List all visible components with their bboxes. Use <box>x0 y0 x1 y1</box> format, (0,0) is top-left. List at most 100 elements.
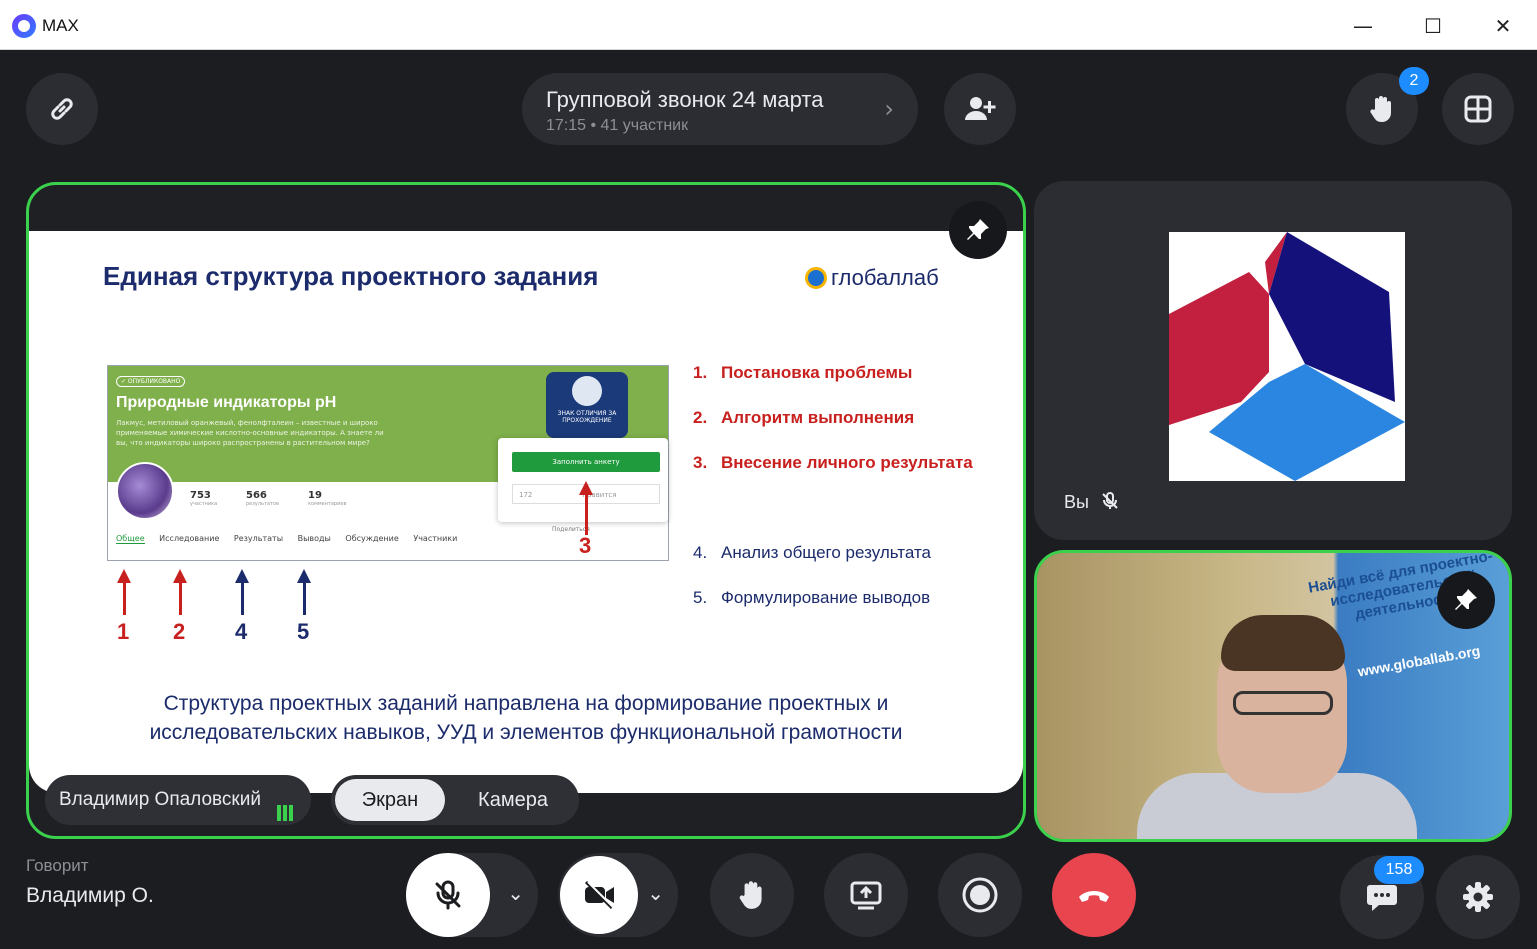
stat-label: комментариев <box>308 501 347 507</box>
stat-results: 566 результатов <box>246 490 279 507</box>
record-core <box>938 853 1022 937</box>
layout-grid-button[interactable] <box>1442 73 1514 145</box>
minimize-button[interactable]: — <box>1340 10 1386 42</box>
pin-icon <box>967 219 989 240</box>
list-item: 4. Анализ общего результата <box>693 543 931 563</box>
list-text: Постановка проблемы <box>721 363 913 382</box>
speaker-camera-tile[interactable]: Найди всё для проектно-исследовательской… <box>1034 550 1512 842</box>
link-icon <box>51 98 73 120</box>
presentation-slide: Единая структура проектного задания глоб… <box>29 231 1023 793</box>
tab-conclusions: Выводы <box>297 534 331 543</box>
raise-hand-button[interactable] <box>710 853 794 937</box>
self-name: Вы <box>1064 492 1089 512</box>
settings-button[interactable] <box>1436 855 1520 939</box>
list-item: 5. Формулирование выводов <box>693 588 930 608</box>
mode-camera-option[interactable]: Камера <box>451 779 575 821</box>
shared-screen-tile[interactable]: Единая структура проектного задания глоб… <box>26 182 1026 839</box>
mic-muted-icon <box>1102 492 1118 509</box>
list-text: Алгоритм выполнения <box>721 408 915 427</box>
add-user-icon <box>965 97 996 120</box>
close-button[interactable]: ✕ <box>1480 10 1526 42</box>
raise-hand-core <box>710 853 794 937</box>
pin-icon <box>1455 589 1477 610</box>
camera-control[interactable]: ⌄ <box>558 853 678 937</box>
end-call-core <box>1052 853 1136 937</box>
slide-summary-line: исследовательских навыков, УУД и элемент… <box>149 721 903 744</box>
pin-screen-button[interactable] <box>949 201 1007 259</box>
list-number: 2. <box>693 408 708 427</box>
stat-label: участника <box>190 501 218 507</box>
audio-level-icon <box>277 791 295 821</box>
share-screen-button[interactable] <box>824 853 908 937</box>
chevron-right-icon: › <box>884 95 894 123</box>
camera-options-caret[interactable]: ⌄ <box>647 881 664 905</box>
speaker-hair <box>1221 615 1345 671</box>
presenter-name: Владимир Опаловский <box>59 789 261 810</box>
slide-summary-line: Структура проектных заданий направлена н… <box>163 692 889 715</box>
tab-participants: Участники <box>413 534 458 543</box>
globallab-brand-text: глобаллаб <box>831 265 939 290</box>
stat-participants: 753 участника <box>190 490 217 507</box>
hand-icon <box>1370 96 1391 122</box>
window-titlebar: MAX — ☐ ✕ <box>0 0 1537 50</box>
likes-count: 172 <box>519 491 533 499</box>
copy-link-button[interactable] <box>26 73 98 145</box>
stat-label: результатов <box>246 501 279 507</box>
globallab-logo: глобаллаб <box>805 265 939 291</box>
list-number: 4. <box>693 543 708 562</box>
arrow-label: 1 <box>117 619 130 644</box>
user-avatar <box>1169 232 1405 481</box>
self-label: Вы <box>1064 491 1120 513</box>
record-button[interactable] <box>938 853 1022 937</box>
slide-summary: Структура проектных заданий направлена н… <box>29 689 1023 747</box>
project-description: Лакмус, метиловый оранжевый, фенолфталеи… <box>116 419 384 447</box>
arrow-label: 4 <box>235 619 248 644</box>
camera-off-icon <box>584 880 615 910</box>
speaking-name: Владимир О. <box>26 884 154 907</box>
project-avatar <box>116 462 174 520</box>
view-mode-switch: Экран Камера <box>331 775 579 825</box>
stat-comments: 19 комментариев <box>308 490 346 507</box>
mic-toggle-button[interactable] <box>406 853 490 937</box>
mic-options-caret[interactable]: ⌄ <box>507 881 524 905</box>
gear-icon <box>1463 882 1493 912</box>
project-tabs: Общее Исследование Результаты Выводы Обс… <box>116 534 469 544</box>
list-item: 3. Внесение личного результата <box>693 453 973 473</box>
grid-icon <box>1464 95 1492 123</box>
add-participant-button[interactable] <box>944 73 1016 145</box>
globallab-logo-icon <box>805 267 827 289</box>
list-text: Внесение личного результата <box>721 453 973 472</box>
call-meta: 17:15 • 41 участник <box>546 117 689 134</box>
achievement-badge: ЗНАК ОТЛИЧИЯ ЗА ПРОХОЖДЕНИЕ <box>546 372 628 438</box>
project-title: Природные индикаторы pH <box>116 394 337 411</box>
speaking-label: Говорит <box>26 856 89 875</box>
raised-hands-badge: 2 <box>1399 67 1429 95</box>
tab-discussion: Обсуждение <box>345 534 399 543</box>
end-call-button[interactable] <box>1052 853 1136 937</box>
pin-camera-button[interactable] <box>1437 571 1495 629</box>
list-number: 1. <box>693 363 708 382</box>
mode-screen-option[interactable]: Экран <box>335 779 445 821</box>
fill-form-button: Заполнить анкету <box>512 452 660 472</box>
presenter-name-pill: Владимир Опаловский <box>45 775 311 825</box>
mic-off-icon <box>435 880 461 910</box>
call-title: Групповой звонок 24 марта <box>546 87 824 112</box>
call-info-pill[interactable]: Групповой звонок 24 марта 17:15 • 41 уча… <box>522 73 918 145</box>
hand-icon <box>739 881 762 909</box>
self-tile[interactable]: Вы <box>1034 181 1512 540</box>
arrow-label: 5 <box>297 619 310 644</box>
camera-toggle-button[interactable] <box>560 856 638 934</box>
share-screen-core <box>824 853 908 937</box>
list-text: Анализ общего результата <box>721 543 932 562</box>
maximize-button[interactable]: ☐ <box>1410 10 1456 42</box>
list-text: Формулирование выводов <box>721 588 931 607</box>
stat-value: 753 <box>190 490 211 501</box>
record-icon <box>962 877 998 913</box>
speaker-glasses <box>1233 691 1333 715</box>
arrow-label: 3 <box>579 533 592 558</box>
list-item: 1. Постановка проблемы <box>693 363 912 383</box>
microphone-control[interactable]: ⌄ <box>406 853 538 937</box>
tab-results: Результаты <box>233 534 284 543</box>
app-title: MAX <box>42 16 79 35</box>
screen-share-icon <box>850 881 882 910</box>
